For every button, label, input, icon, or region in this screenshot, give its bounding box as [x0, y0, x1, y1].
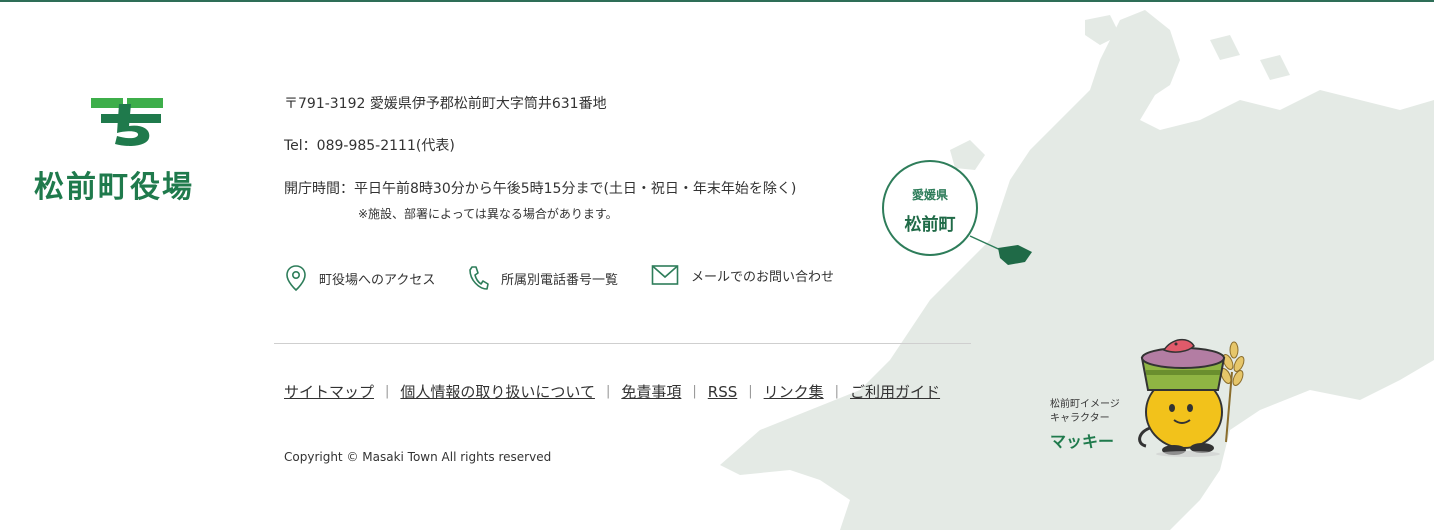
access-link-label: 町役場へのアクセス	[319, 272, 436, 288]
mascot-name: マッキー	[1050, 432, 1115, 451]
links-page-link[interactable]: リンク集	[764, 381, 824, 402]
footer-divider	[274, 343, 971, 344]
phone-list-link-label: 所属別電話番号一覧	[501, 272, 619, 288]
town-logo[interactable]: 松前町役場	[34, 96, 220, 206]
prefecture-label: 愛媛県	[911, 188, 948, 202]
mail-contact-link-label: メールでのお問い合わせ	[691, 269, 835, 285]
footer-nav: サイトマップ | 個人情報の取り扱いについて | 免責事項 | RSS | リン…	[284, 381, 941, 402]
access-link[interactable]: 町役場へのアクセス	[285, 264, 435, 292]
disclaimer-link[interactable]: 免責事項	[621, 381, 681, 402]
office-hours-text: 開庁時間：平日午前8時30分から午後5時15分まで(土日・祝日・年末年始を除く)	[284, 181, 797, 197]
mascot-caption-line2: キャラクター	[1050, 413, 1110, 424]
privacy-link[interactable]: 個人情報の取り扱いについて	[400, 381, 595, 402]
hours-note-text: ※施設、部署によっては異なる場合があります。	[358, 207, 618, 221]
town-location-badge: 愛媛県 松前町	[882, 160, 978, 256]
town-name-logo-text: 松前町役場	[34, 170, 194, 205]
rss-link[interactable]: RSS	[708, 383, 737, 401]
usage-guide-link[interactable]: ご利用ガイド	[850, 381, 940, 402]
phone-icon	[469, 266, 489, 290]
mail-contact-link[interactable]: メールでのお問い合わせ	[651, 264, 834, 286]
copyright-text: Copyright © Masaki Town All rights reser…	[284, 450, 552, 464]
mascot-character-icon	[1138, 338, 1245, 457]
mascot-caption-line1: 松前町イメージ	[1050, 399, 1120, 410]
town-emblem-icon	[91, 98, 163, 146]
mascot-caption: 松前町イメージ キャラクター マッキー	[1050, 398, 1120, 452]
mail-icon	[651, 265, 679, 285]
address-text: 〒791-3192 愛媛県伊予郡松前町大字筒井631番地	[284, 96, 607, 112]
phone-list-link[interactable]: 所属別電話番号一覧	[467, 264, 618, 292]
sitemap-link[interactable]: サイトマップ	[284, 381, 374, 402]
tel-text: Tel：089-985-2111(代表)	[284, 138, 455, 154]
map-pin-icon	[286, 265, 306, 292]
town-label: 松前町	[904, 215, 956, 235]
